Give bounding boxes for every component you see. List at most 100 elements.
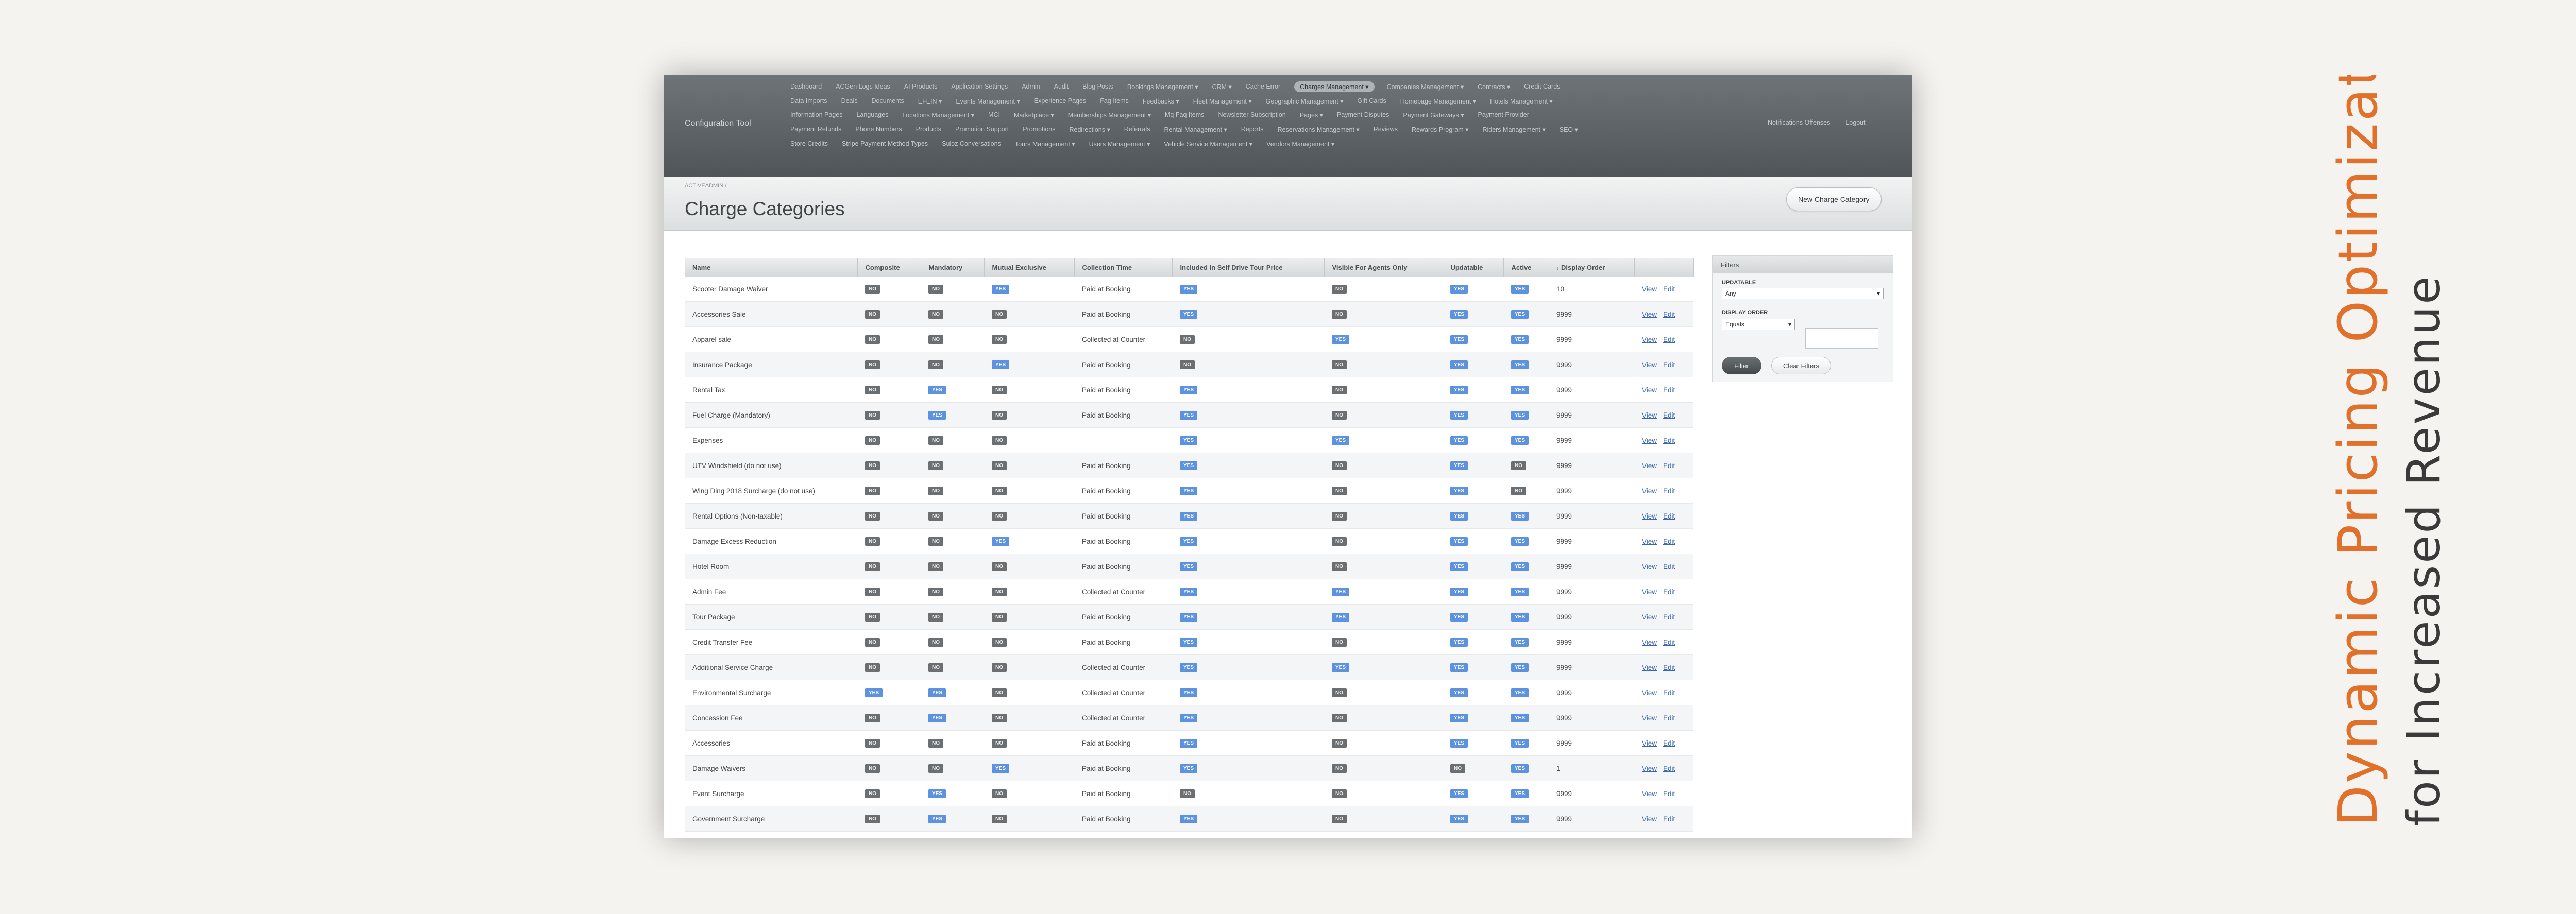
edit-link[interactable]: Edit bbox=[1663, 336, 1675, 343]
nav-item-payment-refunds[interactable]: Payment Refunds bbox=[790, 126, 841, 133]
view-link[interactable]: View bbox=[1642, 411, 1657, 419]
edit-link[interactable]: Edit bbox=[1663, 588, 1675, 596]
nav-item-redirections[interactable]: Redirections ▾ bbox=[1070, 126, 1110, 133]
view-link[interactable]: View bbox=[1642, 462, 1657, 470]
nav-item-acgen-logs-ideas[interactable]: ACGen Logs Ideas bbox=[836, 83, 890, 90]
edit-link[interactable]: Edit bbox=[1663, 739, 1675, 747]
nav-item-events-management[interactable]: Events Management ▾ bbox=[956, 97, 1020, 105]
view-link[interactable]: View bbox=[1642, 664, 1657, 671]
column-header-display-order[interactable]: ↕ Display Order bbox=[1549, 258, 1635, 277]
brand-title[interactable]: Configuration Tool bbox=[685, 119, 751, 128]
edit-link[interactable]: Edit bbox=[1663, 285, 1675, 293]
nav-item-crm[interactable]: CRM ▾ bbox=[1212, 83, 1232, 91]
nav-item-reviews[interactable]: Reviews bbox=[1374, 126, 1398, 133]
view-link[interactable]: View bbox=[1642, 361, 1657, 369]
view-link[interactable]: View bbox=[1642, 765, 1657, 772]
edit-link[interactable]: Edit bbox=[1663, 411, 1675, 419]
nav-item-data-imports[interactable]: Data Imports bbox=[790, 97, 827, 105]
nav-item-hotels-management[interactable]: Hotels Management ▾ bbox=[1490, 97, 1553, 105]
nav-item-fleet-management[interactable]: Fleet Management ▾ bbox=[1193, 97, 1252, 105]
edit-link[interactable]: Edit bbox=[1663, 563, 1675, 571]
nav-item-bookings-management[interactable]: Bookings Management ▾ bbox=[1127, 83, 1198, 91]
updatable-filter-select[interactable]: Any ▾ bbox=[1722, 288, 1884, 299]
clear-filters-button[interactable]: Clear Filters bbox=[1771, 357, 1832, 374]
view-link[interactable]: View bbox=[1642, 714, 1657, 722]
nav-item-promotion-support[interactable]: Promotion Support bbox=[955, 126, 1009, 133]
column-header-collection-time[interactable]: Collection Time bbox=[1074, 258, 1173, 277]
nav-item-rental-management[interactable]: Rental Management ▾ bbox=[1164, 126, 1227, 133]
edit-link[interactable]: Edit bbox=[1663, 664, 1675, 671]
view-link[interactable]: View bbox=[1642, 613, 1657, 621]
edit-link[interactable]: Edit bbox=[1663, 437, 1675, 444]
nav-item-credit-cards[interactable]: Credit Cards bbox=[1524, 83, 1560, 90]
nav-item-efein[interactable]: EFEIN ▾ bbox=[918, 97, 942, 105]
nav-item-cache-error[interactable]: Cache Error bbox=[1246, 83, 1280, 90]
nav-item-products[interactable]: Products bbox=[916, 126, 941, 133]
column-header-name[interactable]: Name bbox=[685, 258, 858, 277]
view-link[interactable]: View bbox=[1642, 336, 1657, 343]
view-link[interactable]: View bbox=[1642, 639, 1657, 646]
view-link[interactable]: View bbox=[1642, 437, 1657, 444]
nav-item-suloz-conversations[interactable]: Suloz Conversations bbox=[942, 140, 1001, 147]
edit-link[interactable]: Edit bbox=[1663, 689, 1675, 697]
edit-link[interactable]: Edit bbox=[1663, 639, 1675, 646]
nav-item-payment-disputes[interactable]: Payment Disputes bbox=[1337, 111, 1389, 118]
nav-item-promotions[interactable]: Promotions bbox=[1023, 126, 1055, 133]
edit-link[interactable]: Edit bbox=[1663, 613, 1675, 621]
edit-link[interactable]: Edit bbox=[1663, 311, 1675, 318]
nav-item-logout[interactable]: Logout bbox=[1845, 119, 1865, 126]
nav-item-vehicle-service-management[interactable]: Vehicle Service Management ▾ bbox=[1164, 140, 1252, 148]
nav-item-rewards-program[interactable]: Rewards Program ▾ bbox=[1412, 126, 1468, 133]
nav-item-fag-items[interactable]: Fag Items bbox=[1100, 97, 1129, 105]
edit-link[interactable]: Edit bbox=[1663, 790, 1675, 798]
view-link[interactable]: View bbox=[1642, 311, 1657, 318]
nav-item-companies-management[interactable]: Companies Management ▾ bbox=[1387, 83, 1464, 91]
nav-item-vendors-management[interactable]: Vendors Management ▾ bbox=[1266, 140, 1334, 148]
nav-item-documents[interactable]: Documents bbox=[872, 97, 904, 105]
column-header-composite[interactable]: Composite bbox=[857, 258, 921, 277]
nav-item-memberships-management[interactable]: Memberships Management ▾ bbox=[1068, 111, 1151, 119]
nav-item-riders-management[interactable]: Riders Management ▾ bbox=[1482, 126, 1545, 133]
nav-item-ai-products[interactable]: AI Products bbox=[904, 83, 938, 90]
nav-item-application-settings[interactable]: Application Settings bbox=[951, 83, 1008, 90]
nav-item-information-pages[interactable]: Information Pages bbox=[790, 111, 842, 118]
nav-item-geographic-management[interactable]: Geographic Management ▾ bbox=[1266, 97, 1344, 105]
nav-item-reports[interactable]: Reports bbox=[1241, 126, 1264, 133]
nav-item-mci[interactable]: MCI bbox=[988, 111, 1000, 118]
edit-link[interactable]: Edit bbox=[1663, 538, 1675, 545]
nav-item-newsletter-subscription[interactable]: Newsletter Subscription bbox=[1218, 111, 1285, 118]
column-header-updatable[interactable]: Updatable bbox=[1443, 258, 1504, 277]
nav-item-charges-management[interactable]: Charges Management ▾ bbox=[1294, 81, 1375, 92]
view-link[interactable]: View bbox=[1642, 386, 1657, 394]
nav-item-audit[interactable]: Audit bbox=[1054, 83, 1069, 90]
nav-item-store-credits[interactable]: Store Credits bbox=[790, 140, 828, 147]
display-order-input[interactable] bbox=[1805, 328, 1878, 349]
view-link[interactable]: View bbox=[1642, 487, 1657, 495]
breadcrumb[interactable]: ACTIVEADMIN / bbox=[685, 183, 726, 189]
nav-item-payment-gateways[interactable]: Payment Gateways ▾ bbox=[1403, 111, 1464, 119]
nav-item-contracts[interactable]: Contracts ▾ bbox=[1478, 83, 1510, 91]
column-header-active[interactable]: Active bbox=[1503, 258, 1549, 277]
edit-link[interactable]: Edit bbox=[1663, 765, 1675, 772]
column-header-visible-for-agents-only[interactable]: Visible For Agents Only bbox=[1324, 258, 1443, 277]
view-link[interactable]: View bbox=[1642, 538, 1657, 545]
nav-item-referrals[interactable]: Referrals bbox=[1124, 126, 1150, 133]
view-link[interactable]: View bbox=[1642, 689, 1657, 697]
view-link[interactable]: View bbox=[1642, 790, 1657, 798]
view-link[interactable]: View bbox=[1642, 739, 1657, 747]
nav-item-stripe-payment-method-types[interactable]: Stripe Payment Method Types bbox=[842, 140, 928, 147]
nav-item-experience-pages[interactable]: Experience Pages bbox=[1034, 97, 1086, 105]
nav-item-pages[interactable]: Pages ▾ bbox=[1300, 111, 1323, 119]
edit-link[interactable]: Edit bbox=[1663, 815, 1675, 823]
nav-item-gift-cards[interactable]: Gift Cards bbox=[1357, 97, 1386, 105]
nav-item-seo[interactable]: SEO ▾ bbox=[1560, 126, 1578, 133]
edit-link[interactable]: Edit bbox=[1663, 361, 1675, 369]
nav-item-admin[interactable]: Admin bbox=[1022, 83, 1040, 90]
nav-item-marketplace[interactable]: Marketplace ▾ bbox=[1014, 111, 1054, 119]
nav-item-payment-provider[interactable]: Payment Provider bbox=[1478, 111, 1529, 118]
edit-link[interactable]: Edit bbox=[1663, 386, 1675, 394]
nav-item-phone-numbers[interactable]: Phone Numbers bbox=[855, 126, 902, 133]
nav-item-homepage-management[interactable]: Homepage Management ▾ bbox=[1400, 97, 1476, 105]
nav-item-notifications-offenses[interactable]: Notifications Offenses bbox=[1768, 119, 1830, 126]
nav-item-mq-faq-items[interactable]: Mq Faq Items bbox=[1165, 111, 1204, 118]
